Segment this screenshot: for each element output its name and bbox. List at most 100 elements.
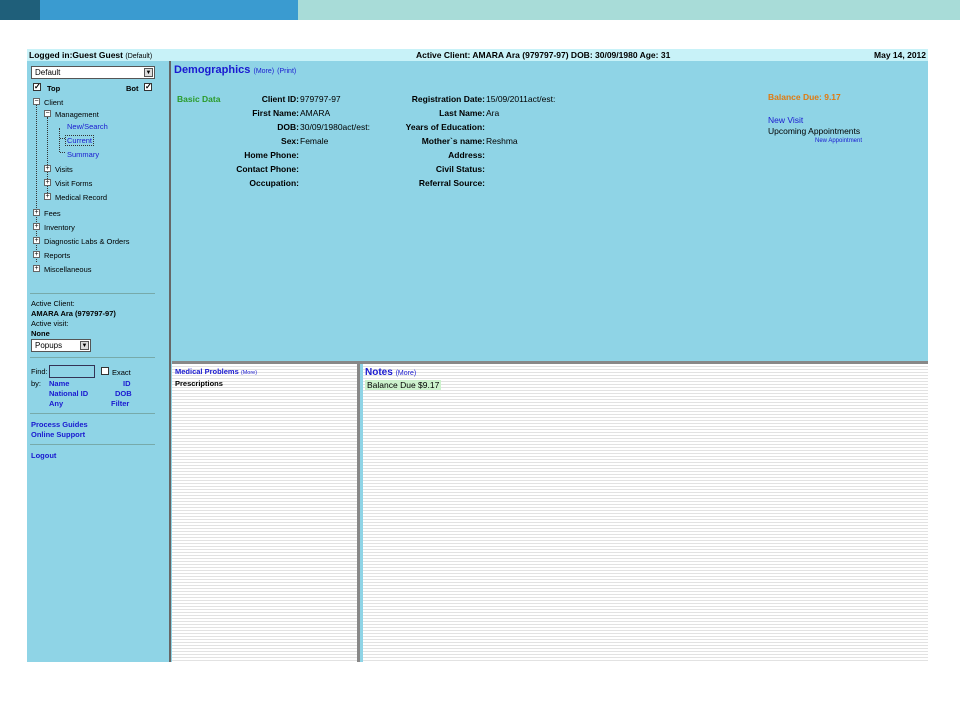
filter-link[interactable]: Filter: [111, 399, 129, 408]
tree-item-diagnostic[interactable]: Diagnostic Labs & Orders: [44, 237, 129, 246]
app-window: Logged in:Guest Guest (Default) Active C…: [27, 49, 928, 662]
divider: [30, 293, 155, 294]
occupation-label: Occupation:: [249, 178, 299, 188]
find-by-any-link[interactable]: Any: [49, 399, 63, 408]
demographics-more-link[interactable]: (More): [253, 68, 274, 75]
active-visit-label: Active visit:: [31, 319, 69, 328]
expand-icon[interactable]: +: [44, 179, 51, 186]
find-by-national-id-link[interactable]: National ID: [49, 389, 88, 398]
find-label: Find:: [31, 367, 48, 376]
sex-label: Sex:: [281, 136, 299, 146]
notes-balance-row: Balance Due $9.17: [365, 380, 442, 390]
tree-item-miscellaneous[interactable]: Miscellaneous: [44, 265, 92, 274]
header-band-blue: [40, 0, 298, 20]
logout-link[interactable]: Logout: [31, 451, 56, 460]
notes-title: Notes (More): [365, 367, 416, 378]
years-education-label: Years of Education:: [405, 122, 485, 132]
notes-more-link[interactable]: (More): [396, 370, 417, 377]
client-id-label: Client ID:: [261, 94, 299, 104]
home-phone-label: Home Phone:: [244, 150, 299, 160]
login-label: Logged in:Guest Guest: [29, 50, 123, 60]
tree-item-fees[interactable]: Fees: [44, 209, 61, 218]
medical-more-link[interactable]: (More): [241, 370, 257, 376]
tree-item-inventory[interactable]: Inventory: [44, 223, 75, 232]
popups-select[interactable]: Popups ▼: [31, 339, 91, 352]
tree-item-summary[interactable]: Summary: [67, 150, 99, 159]
tree-item-reports[interactable]: Reports: [44, 251, 70, 260]
top-status-bar: Logged in:Guest Guest (Default) Active C…: [27, 49, 928, 61]
popups-select-value: Popups: [35, 341, 63, 350]
divider: [30, 413, 155, 414]
current-date: May 14, 2012: [874, 50, 926, 60]
referral-source-label: Referral Source:: [418, 178, 485, 188]
expand-icon[interactable]: +: [44, 165, 51, 172]
login-suffix: (Default): [125, 53, 153, 60]
notes-balance-value: $9.17: [418, 380, 440, 390]
expand-icon[interactable]: +: [33, 223, 40, 230]
last-name-value: Ara: [486, 108, 500, 118]
active-client-value: AMARA Ara (979797-97): [31, 309, 116, 318]
medical-problems-title: Medical Problems (More): [175, 367, 257, 376]
sidebar: Default ▼ ✓ Top Bot ✓ − Client − Managem…: [27, 61, 171, 662]
balance-due-label: Balance Due: 9.17: [768, 92, 841, 102]
bot-checkbox[interactable]: ✓: [144, 83, 152, 91]
process-guides-link[interactable]: Process Guides: [31, 420, 88, 429]
find-by-id-link[interactable]: ID: [123, 379, 131, 388]
expand-icon[interactable]: +: [33, 209, 40, 216]
demographics-title-text: Demographics: [174, 64, 251, 76]
dropdown-arrow-icon[interactable]: ▼: [80, 341, 89, 350]
contact-phone-label: Contact Phone:: [236, 164, 299, 174]
tree-item-client[interactable]: Client: [44, 98, 63, 107]
notes-panel: Notes (More) Balance Due $9.17: [363, 364, 928, 662]
client-id-value: 979797-97: [300, 94, 341, 104]
tree-item-management[interactable]: Management: [55, 110, 99, 119]
demographics-title: Demographics (More) (Print): [174, 64, 296, 76]
new-visit-link[interactable]: New Visit: [768, 115, 803, 125]
prescriptions-label: Prescriptions: [175, 379, 223, 388]
tree-item-visits[interactable]: Visits: [55, 165, 73, 174]
header-band-light: [298, 0, 960, 20]
tree-item-new-search[interactable]: New/Search: [67, 122, 108, 131]
expand-icon[interactable]: +: [44, 193, 51, 200]
dob-label: DOB:: [277, 122, 299, 132]
notes-title-text: Notes: [365, 367, 393, 378]
demographics-print-link[interactable]: (Print): [277, 68, 296, 75]
top-checkbox[interactable]: ✓: [33, 83, 41, 91]
registration-date-value: 15/09/2011act/est:: [486, 94, 556, 104]
collapse-icon[interactable]: −: [33, 98, 40, 105]
expand-icon[interactable]: +: [33, 237, 40, 244]
active-client-header: Active Client: AMARA Ara (979797-97) DOB…: [416, 50, 671, 60]
first-name-value: AMARA: [300, 108, 331, 118]
notes-balance-label: Balance Due: [367, 380, 416, 390]
first-name-label: First Name:: [252, 108, 299, 118]
by-label: by:: [31, 379, 42, 388]
new-appointment-link[interactable]: New Appointment: [815, 138, 862, 144]
divider: [30, 444, 155, 445]
online-support-link[interactable]: Online Support: [31, 430, 85, 439]
divider: [30, 357, 155, 358]
mothers-name-label: Mother`s name:: [421, 136, 485, 146]
tree-item-current[interactable]: Current: [65, 135, 95, 146]
top-label: Top: [47, 84, 61, 93]
find-by-name-link[interactable]: Name: [49, 379, 69, 388]
profile-select[interactable]: Default ▼: [31, 66, 155, 79]
tree-line: [59, 128, 60, 152]
upcoming-appointments-label: Upcoming Appointments: [768, 126, 861, 136]
exact-checkbox[interactable]: [101, 367, 109, 375]
registration-date-label: Registration Date:: [411, 94, 485, 104]
find-input[interactable]: [49, 365, 95, 378]
mothers-name-value: Reshma: [486, 136, 518, 146]
expand-icon[interactable]: +: [33, 251, 40, 258]
expand-icon[interactable]: +: [33, 265, 40, 272]
tree-line: [60, 152, 65, 153]
tree-item-visit-forms[interactable]: Visit Forms: [55, 179, 92, 188]
dob-value: 30/09/1980act/est:: [300, 122, 370, 132]
last-name-label: Last Name:: [439, 108, 485, 118]
collapse-icon[interactable]: −: [44, 110, 51, 117]
tree-item-medical-record[interactable]: Medical Record: [55, 193, 107, 202]
find-by-dob-link[interactable]: DOB: [115, 389, 132, 398]
dropdown-arrow-icon[interactable]: ▼: [144, 68, 153, 77]
tree-line: [47, 117, 48, 199]
exact-label: Exact: [112, 368, 131, 377]
sex-value: Female: [300, 136, 329, 146]
